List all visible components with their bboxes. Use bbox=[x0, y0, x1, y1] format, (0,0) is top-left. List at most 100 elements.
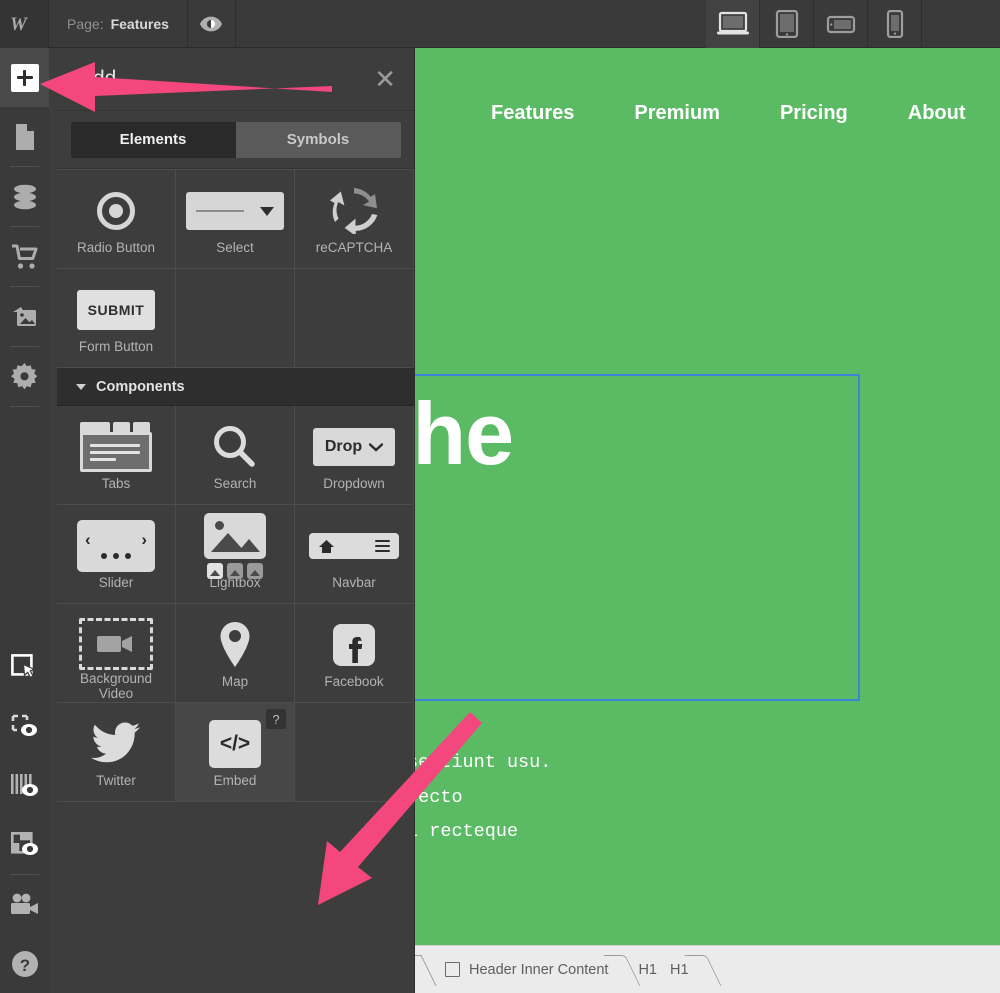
sidebar-item-ecommerce[interactable] bbox=[0, 227, 49, 286]
element-form-button[interactable]: SUBMIT Form Button bbox=[57, 269, 176, 368]
site-navbar: Features Premium Pricing About bbox=[415, 48, 1000, 178]
svg-text:?: ? bbox=[19, 956, 29, 975]
element-label: reCAPTCHA bbox=[315, 240, 393, 255]
sidebar-item-show-element-outlines[interactable] bbox=[0, 697, 49, 756]
element-label: Background Video bbox=[79, 670, 153, 702]
sidebar-item-select-tool[interactable] bbox=[0, 638, 49, 697]
element-select[interactable]: Select bbox=[176, 170, 295, 269]
breadcrumb-item-h1[interactable]: H1 H1 bbox=[622, 946, 702, 993]
element-label: Form Button bbox=[78, 339, 154, 354]
sidebar-item-video-tutorials[interactable] bbox=[0, 875, 49, 934]
element-embed[interactable]: ? </> Embed bbox=[176, 703, 295, 802]
code-embed-icon: </> bbox=[209, 717, 261, 771]
element-label: Tabs bbox=[101, 476, 131, 491]
nav-link-features[interactable]: Features bbox=[491, 102, 574, 125]
breadcrumb-overflow-chevron bbox=[415, 946, 429, 993]
breadcrumb-tag: H1 bbox=[670, 961, 689, 978]
nav-link-premium[interactable]: Premium bbox=[634, 102, 720, 125]
element-label: Map bbox=[221, 674, 249, 689]
element-slider[interactable]: ‹ › Slider bbox=[57, 505, 176, 604]
cursor-select-icon bbox=[11, 654, 37, 679]
element-label: Select bbox=[216, 240, 254, 255]
map-pin-icon bbox=[218, 618, 252, 672]
sidebar-item-help[interactable]: ? bbox=[0, 934, 49, 993]
element-label: Navbar bbox=[332, 575, 376, 590]
sidebar-item-cms[interactable] bbox=[0, 167, 49, 226]
nav-link-pricing[interactable]: Pricing bbox=[780, 102, 848, 125]
element-label: Facebook bbox=[324, 674, 384, 689]
background-video-icon bbox=[79, 618, 153, 671]
element-grid-forms: Radio Button Select reCAPTCHA SUBMIT For… bbox=[57, 169, 414, 368]
sidebar-item-project-settings[interactable] bbox=[0, 347, 49, 406]
element-lightbox[interactable]: Lightbox bbox=[176, 505, 295, 604]
device-desktop-button[interactable] bbox=[706, 0, 760, 48]
sidebar-item-assets[interactable] bbox=[0, 287, 49, 346]
add-panel-body: Radio Button Select reCAPTCHA SUBMIT For… bbox=[57, 169, 414, 993]
element-label: Dropdown bbox=[323, 476, 385, 491]
dropdown-label: Drop bbox=[324, 438, 363, 455]
device-mobile-button[interactable] bbox=[868, 0, 922, 48]
hero-heading[interactable]: t only the eals s. bbox=[415, 374, 860, 702]
close-x-icon[interactable]: ✕ bbox=[374, 66, 396, 92]
sidebar-item-show-guides[interactable] bbox=[0, 756, 49, 815]
slider-icon: ‹ › bbox=[77, 519, 155, 573]
mobile-icon bbox=[886, 10, 903, 38]
tablet-landscape-icon bbox=[826, 15, 855, 34]
device-tablet-landscape-button[interactable] bbox=[814, 0, 868, 48]
panel-tabs: Elements Symbols bbox=[70, 121, 401, 158]
help-badge-icon[interactable]: ? bbox=[266, 709, 286, 729]
section-title: Components bbox=[96, 378, 185, 395]
divider bbox=[10, 406, 39, 407]
sidebar-item-show-layout-preview[interactable] bbox=[0, 815, 49, 874]
page-selector[interactable]: Page: Features bbox=[49, 0, 188, 48]
chevron-down-icon bbox=[76, 383, 86, 390]
element-background-video[interactable]: Background Video bbox=[57, 604, 176, 703]
breadcrumb-item-header-inner-content[interactable]: Header Inner Content bbox=[429, 946, 622, 993]
element-grid-components: Tabs Search Drop Dropdown ‹ › Slider Lig… bbox=[57, 406, 414, 802]
element-label: Radio Button bbox=[76, 240, 156, 255]
element-dropdown[interactable]: Drop Dropdown bbox=[295, 406, 414, 505]
element-twitter[interactable]: Twitter bbox=[57, 703, 176, 802]
lightbox-icon bbox=[204, 513, 266, 579]
element-label: Twitter bbox=[96, 773, 136, 788]
tab-symbols[interactable]: Symbols bbox=[235, 121, 401, 158]
element-tabs[interactable]: Tabs bbox=[57, 406, 176, 505]
element-recaptcha[interactable]: reCAPTCHA bbox=[295, 170, 414, 269]
shopping-cart-icon bbox=[11, 244, 37, 269]
element-label: Slider bbox=[98, 575, 134, 590]
section-header-components[interactable]: Components bbox=[57, 368, 414, 406]
hamburger-icon bbox=[375, 539, 390, 553]
preview-toggle[interactable] bbox=[188, 0, 236, 48]
page-document-icon bbox=[15, 123, 34, 150]
nav-link-about[interactable]: About bbox=[908, 102, 966, 125]
element-label: Search bbox=[213, 476, 257, 491]
facebook-icon bbox=[330, 618, 378, 672]
design-canvas[interactable]: Features Premium Pricing About t only th… bbox=[415, 48, 1000, 945]
radio-button-icon bbox=[97, 184, 135, 238]
element-navbar[interactable]: Navbar bbox=[295, 505, 414, 604]
breadcrumb-tag: H1 bbox=[638, 961, 657, 978]
recaptcha-icon bbox=[330, 184, 378, 238]
sidebar-item-add-elements[interactable] bbox=[0, 48, 49, 107]
breadcrumb: Header Inner Content H1 H1 bbox=[415, 945, 1000, 993]
breadcrumb-label: Header Inner Content bbox=[469, 961, 609, 978]
element-search[interactable]: Search bbox=[176, 406, 295, 505]
hero-paragraph[interactable]: ex tota inimicus dissentiunt usu. d. Eu … bbox=[415, 746, 885, 850]
element-map[interactable]: Map bbox=[176, 604, 295, 703]
select-dropdown-icon bbox=[186, 184, 284, 238]
element-radio-button[interactable]: Radio Button bbox=[57, 170, 176, 269]
webflow-logo-icon[interactable]: W bbox=[0, 0, 49, 48]
webflow-designer: W Page: Features ? Add ✕ Elements Symbol… bbox=[0, 0, 1000, 993]
tabs-icon bbox=[80, 420, 152, 474]
top-toolbar: W Page: Features bbox=[0, 0, 1000, 48]
device-tablet-button[interactable] bbox=[760, 0, 814, 48]
sidebar-item-pages[interactable] bbox=[0, 107, 49, 166]
element-facebook[interactable]: Facebook bbox=[295, 604, 414, 703]
tab-elements[interactable]: Elements bbox=[70, 121, 236, 158]
home-icon bbox=[319, 539, 334, 553]
page-label: Page: bbox=[67, 16, 104, 32]
chevron-down-icon bbox=[369, 442, 384, 452]
left-toolbar: ? bbox=[0, 48, 49, 993]
dropdown-icon: Drop bbox=[313, 420, 395, 474]
